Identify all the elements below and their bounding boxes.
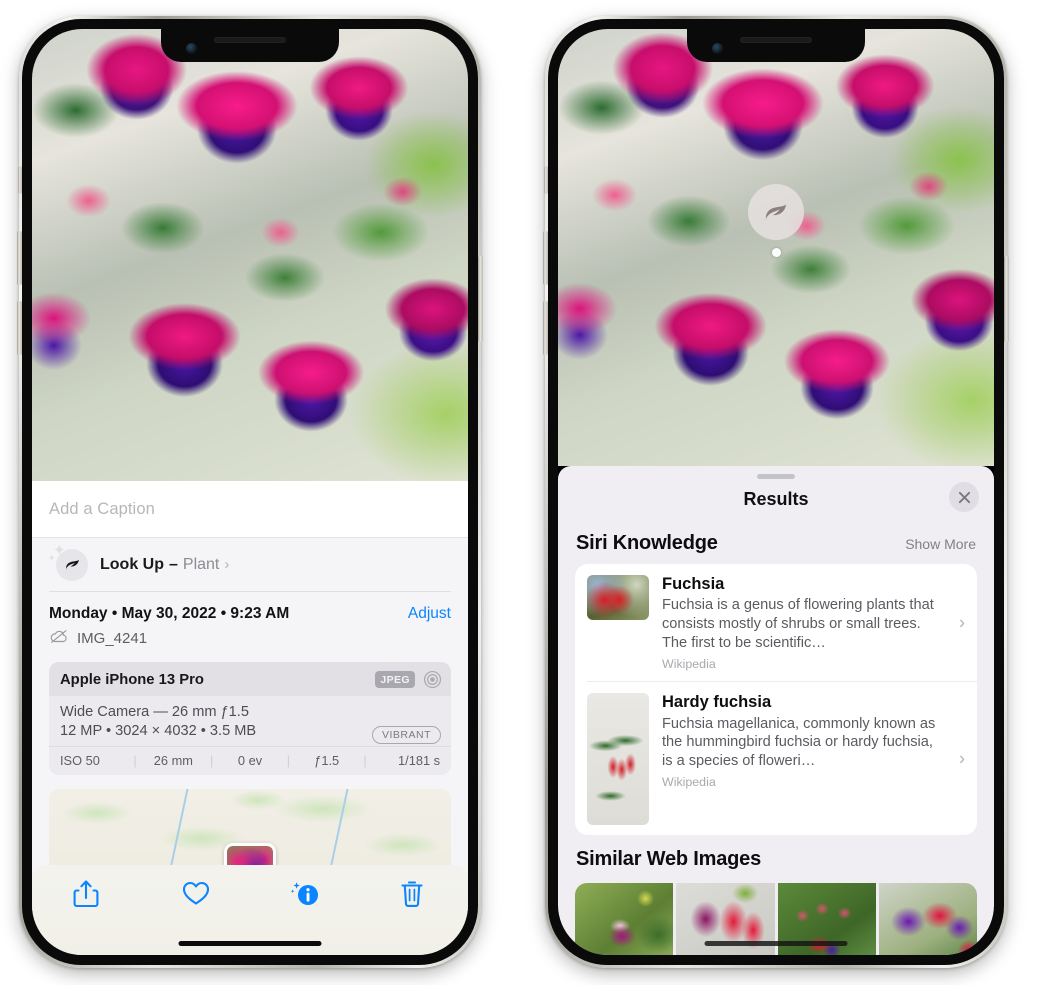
exif-exposure: 0 ev (237, 753, 263, 768)
similar-web-image[interactable] (575, 883, 674, 955)
exif-shutter: 1/181 s (398, 753, 441, 768)
photo-viewer-fuchsia[interactable] (32, 29, 468, 481)
close-icon[interactable] (949, 482, 979, 512)
front-camera-icon (712, 43, 723, 54)
caption-row[interactable]: Add a Caption (32, 481, 468, 538)
photo-date: Monday • May 30, 2022 • 9:23 AM (49, 605, 290, 622)
knowledge-body: Hardy fuchsia Fuchsia magellanica, commo… (649, 693, 965, 825)
camera-lens-line: Wide Camera — 26 mm ƒ1.5 (60, 704, 249, 720)
look-up-dash: – (169, 555, 178, 573)
caption-input[interactable]: Add a Caption (49, 500, 155, 519)
home-indicator-left[interactable] (178, 941, 322, 946)
list-item[interactable]: Fuchsia Fuchsia is a genus of flowering … (575, 564, 977, 681)
heart-icon[interactable] (181, 879, 211, 909)
knowledge-body: Fuchsia Fuchsia is a genus of flowering … (649, 575, 965, 671)
format-badge: JPEG (375, 671, 415, 688)
photographic-style-badge: VIBRANT (371, 726, 441, 744)
home-indicator-right[interactable] (704, 941, 848, 946)
siri-knowledge-card: Fuchsia Fuchsia is a genus of flowering … (575, 564, 977, 836)
chevron-right-icon: › (959, 748, 965, 769)
power-button[interactable] (1004, 256, 1009, 342)
exif-aperture: ƒ1.5 (314, 753, 340, 768)
visual-lookup-badge[interactable] (748, 184, 804, 257)
leaf-icon[interactable] (748, 184, 804, 240)
similar-web-images-title: Similar Web Images (576, 848, 761, 871)
notch-left (161, 29, 339, 62)
knowledge-title: Fuchsia (662, 575, 725, 593)
siri-knowledge-title: Siri Knowledge (576, 532, 718, 554)
look-up-icon-wrap: ✦ ✦ (48, 542, 93, 582)
camera-device-name: Apple iPhone 13 Pro (60, 671, 204, 688)
results-header: Results (558, 479, 994, 519)
screenshot-stage: Add a Caption ✦ ✦ Look Up – Plant › Mond… (0, 0, 1055, 985)
exif-iso: ISO 50 (60, 753, 100, 768)
look-up-row[interactable]: ✦ ✦ Look Up – Plant › (32, 538, 468, 591)
phone-bezel-right: Results Siri Knowledge Show More Fuchsia… (548, 19, 1004, 965)
camera-info-card[interactable]: Apple iPhone 13 Pro JPEG Wide Camera — 2… (49, 662, 451, 775)
cloud-slash-icon (49, 629, 69, 648)
photo-filename: IMG_4241 (77, 630, 148, 647)
trash-icon[interactable] (399, 879, 429, 909)
exif-row: ISO 50 | 26 mm | 0 ev | ƒ1.5 | 1/181 s (49, 746, 451, 775)
earpiece-speaker-icon (214, 37, 286, 43)
phone-right: Results Siri Knowledge Show More Fuchsia… (543, 16, 1009, 968)
earpiece-speaker-icon (740, 37, 812, 43)
sparkle-small-icon: ✦ (48, 552, 56, 563)
map-river-icon (167, 789, 190, 869)
knowledge-source: Wikipedia (662, 775, 716, 790)
knowledge-description: Fuchsia is a genus of flowering plants t… (662, 597, 934, 651)
chevron-right-icon: › (224, 556, 230, 573)
share-icon[interactable] (72, 879, 102, 909)
phone-left: Add a Caption ✦ ✦ Look Up – Plant › Mond… (17, 16, 483, 968)
screen-left: Add a Caption ✦ ✦ Look Up – Plant › Mond… (32, 29, 468, 955)
camera-body: Wide Camera — 26 mm ƒ1.5 12 MP • 3024 × … (49, 696, 451, 746)
knowledge-description: Fuchsia magellanica, commonly known as t… (662, 715, 936, 769)
camera-header: Apple iPhone 13 Pro JPEG (49, 662, 451, 696)
knowledge-thumbnail (587, 693, 649, 826)
similar-web-image[interactable] (878, 883, 977, 955)
similar-web-images-header: Similar Web Images (558, 835, 994, 880)
knowledge-title: Hardy fuchsia (662, 693, 772, 712)
results-sheet: Results Siri Knowledge Show More Fuchsia… (558, 466, 994, 955)
location-map[interactable] (49, 789, 451, 869)
info-icon[interactable] (290, 879, 320, 909)
show-more-button[interactable]: Show More (905, 536, 976, 552)
adjust-button[interactable]: Adjust (408, 605, 451, 623)
look-up-subject: Plant (182, 555, 220, 573)
map-river-icon (328, 789, 351, 869)
front-camera-icon (186, 43, 197, 54)
leaf-icon (56, 548, 88, 581)
phone-bezel-left: Add a Caption ✦ ✦ Look Up – Plant › Mond… (22, 19, 478, 965)
knowledge-thumbnail (587, 575, 649, 620)
exif-focal: 26 mm (153, 753, 193, 768)
date-block: Monday • May 30, 2022 • 9:23 AM Adjust I… (32, 592, 468, 648)
notch-right (687, 29, 865, 62)
power-button[interactable] (478, 256, 483, 342)
list-item[interactable]: Hardy fuchsia Fuchsia magellanica, commo… (587, 681, 977, 835)
look-up-label: Look Up (100, 555, 164, 573)
chevron-right-icon: › (959, 612, 965, 633)
aperture-icon (423, 670, 442, 689)
siri-knowledge-header: Siri Knowledge Show More (558, 519, 994, 564)
knowledge-source: Wikipedia (662, 657, 716, 672)
visual-lookup-anchor-dot (771, 248, 781, 257)
photo-info-sheet: Add a Caption ✦ ✦ Look Up – Plant › Mond… (32, 481, 468, 955)
file-row: IMG_4241 (49, 629, 451, 648)
screen-right: Results Siri Knowledge Show More Fuchsia… (558, 29, 994, 955)
results-title: Results (743, 488, 809, 509)
